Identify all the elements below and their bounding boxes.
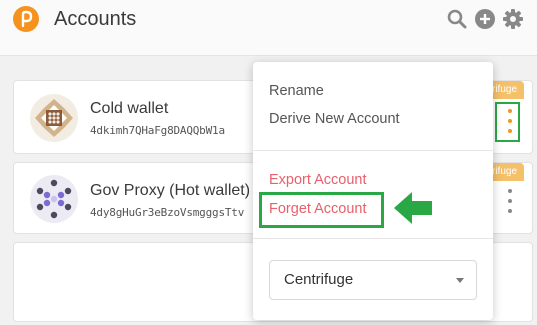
polkadot-logo-icon — [13, 6, 39, 32]
page-title: Accounts — [54, 8, 137, 30]
menu-divider — [253, 238, 493, 239]
dot-icon — [508, 199, 512, 203]
add-icon[interactable] — [474, 8, 496, 30]
search-icon[interactable] — [446, 8, 468, 30]
account-name: Cold wallet — [90, 100, 169, 117]
app-header: Accounts — [0, 0, 537, 56]
menu-divider — [253, 150, 493, 151]
derive-account-menu-item[interactable]: Derive New Account — [269, 111, 400, 127]
network-badge: rifuge — [488, 81, 524, 99]
account-menu-button[interactable] — [499, 183, 521, 219]
identicon-icon — [30, 94, 78, 142]
dot-icon — [508, 209, 512, 213]
export-account-menu-item[interactable]: Export Account — [269, 172, 367, 188]
network-select-value: Centrifuge — [284, 271, 354, 288]
dot-icon — [508, 189, 512, 193]
account-address: 4dy8gHuGr3eBzoVsmgggsTtv — [90, 206, 245, 219]
account-name: Gov Proxy (Hot wallet) — [90, 182, 251, 199]
network-badge: rifuge — [488, 163, 524, 181]
menu-button-highlight — [495, 102, 520, 142]
account-options-menu: Rename Derive New Account Export Account… — [253, 62, 493, 320]
network-select[interactable]: Centrifuge — [269, 260, 477, 300]
rename-menu-item[interactable]: Rename — [269, 83, 324, 99]
gear-icon[interactable] — [502, 8, 524, 30]
forget-account-highlight — [259, 192, 384, 228]
account-address: 4dkimh7QHaFg8DAQQbW1a — [90, 124, 225, 137]
arrow-left-icon — [394, 192, 432, 224]
identicon-icon — [30, 175, 78, 223]
chevron-down-icon — [456, 278, 464, 283]
